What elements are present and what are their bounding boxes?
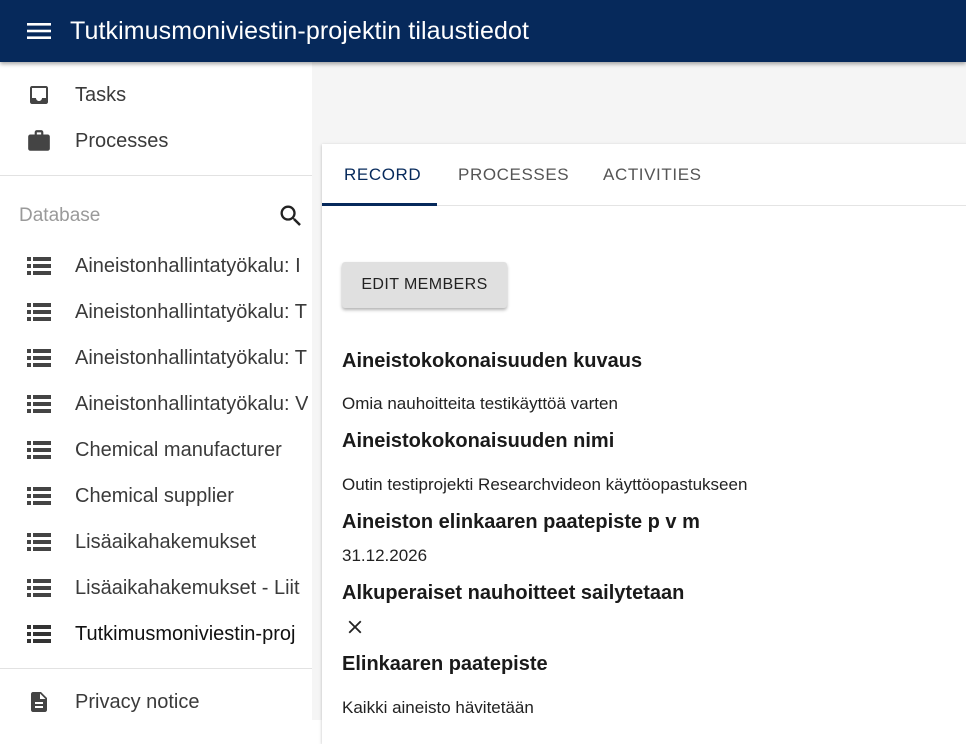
field-value: Omia nauhoitteita testikäyttöä varten bbox=[342, 394, 618, 413]
inbox-icon bbox=[26, 82, 52, 108]
close-icon bbox=[344, 616, 366, 638]
list-icon bbox=[26, 621, 52, 647]
sidebar-item-database[interactable]: Aineistonhallintatyökalu: I bbox=[0, 243, 312, 289]
tab-record[interactable]: RECORD bbox=[322, 144, 443, 206]
sidebar-item-database[interactable]: Lisäaikahakemukset bbox=[0, 519, 312, 565]
list-icon bbox=[26, 575, 52, 601]
briefcase-icon bbox=[26, 128, 52, 154]
sidebar-item-processes[interactable]: Processes bbox=[0, 118, 312, 164]
sidebar-item-database-selected[interactable]: Tutkimusmoniviestin-proj bbox=[0, 611, 312, 657]
document-icon bbox=[26, 689, 52, 715]
sidebar-item-privacy-notice[interactable]: Privacy notice bbox=[0, 679, 312, 720]
field-label: Alkuperaiset nauhoitteet sailytetaan bbox=[342, 582, 685, 604]
list-icon bbox=[26, 253, 52, 279]
sidebar-item-label: Aineistonhallintatyökalu: I bbox=[75, 254, 301, 277]
sidebar-item-tasks[interactable]: Tasks bbox=[0, 72, 312, 118]
sidebar-item-database[interactable]: Aineistonhallintatyökalu: V bbox=[0, 381, 312, 427]
list-icon bbox=[26, 345, 52, 371]
sidebar-item-label: Lisäaikahakemukset - Liit bbox=[75, 576, 300, 599]
sidebar-item-label: Aineistonhallintatyökalu: T bbox=[75, 300, 307, 323]
field-label: Elinkaaren paatepiste bbox=[342, 653, 548, 675]
field-label: Aineistokokonaisuuden kuvaus bbox=[342, 350, 643, 372]
sidebar-item-label: Aineistonhallintatyökalu: T bbox=[75, 346, 307, 369]
field-value: 31.12.2026 bbox=[342, 546, 428, 565]
record-panel: RECORD PROCESSES ACTIVITIES EDIT MEMBERS… bbox=[322, 144, 966, 744]
sidebar-item-database[interactable]: Aineistonhallintatyökalu: T bbox=[0, 335, 312, 381]
sidebar-item-label: Chemical manufacturer bbox=[75, 438, 282, 461]
field-label: Aineiston elinkaaren paatepiste p v m bbox=[342, 511, 700, 533]
tab-processes[interactable]: PROCESSES bbox=[436, 144, 591, 206]
sidebar-item-database[interactable]: Lisäaikahakemukset - Liit bbox=[0, 565, 312, 611]
sidebar-item-database[interactable]: Chemical manufacturer bbox=[0, 427, 312, 473]
sidebar-item-database[interactable]: Chemical supplier bbox=[0, 473, 312, 519]
tab-activities[interactable]: ACTIVITIES bbox=[581, 144, 724, 206]
sidebar-item-database[interactable]: Aineistonhallintatyökalu: T bbox=[0, 289, 312, 335]
sidebar-item-label: Lisäaikahakemukset bbox=[75, 530, 257, 553]
app-bar: Tutkimusmoniviestin-projektin tilaustied… bbox=[0, 0, 966, 62]
list-icon bbox=[26, 529, 52, 555]
edit-members-button[interactable]: EDIT MEMBERS bbox=[342, 262, 507, 308]
hamburger-menu-icon[interactable] bbox=[24, 16, 54, 46]
active-tab-indicator bbox=[322, 203, 437, 206]
sidebar-item-label: Privacy notice bbox=[75, 690, 200, 713]
field-value: Outin testiprojekti Researchvideon käytt… bbox=[342, 475, 748, 494]
list-icon bbox=[26, 437, 52, 463]
page-title: Tutkimusmoniviestin-projektin tilaustied… bbox=[70, 16, 530, 45]
database-label: Database bbox=[19, 205, 101, 226]
sidebar-divider bbox=[0, 668, 312, 669]
sidebar: Tasks Processes Database Aineistonhallin… bbox=[0, 62, 312, 720]
tab-bar: RECORD PROCESSES ACTIVITIES bbox=[322, 144, 966, 206]
sidebar-item-label: Tasks bbox=[75, 83, 127, 106]
field-label: Aineistokokonaisuuden nimi bbox=[342, 430, 615, 452]
list-icon bbox=[26, 299, 52, 325]
list-icon bbox=[26, 391, 52, 417]
sidebar-item-label: Chemical supplier bbox=[75, 484, 234, 507]
list-icon bbox=[26, 483, 52, 509]
field-value: Kaikki aineisto hävitetään bbox=[342, 698, 534, 717]
search-icon[interactable] bbox=[277, 202, 305, 230]
sidebar-item-label: Aineistonhallintatyökalu: V bbox=[75, 392, 309, 415]
database-header: Database bbox=[0, 194, 312, 238]
sidebar-item-label: Processes bbox=[75, 129, 169, 152]
sidebar-divider bbox=[0, 175, 312, 176]
sidebar-item-label: Tutkimusmoniviestin-proj bbox=[75, 622, 296, 645]
